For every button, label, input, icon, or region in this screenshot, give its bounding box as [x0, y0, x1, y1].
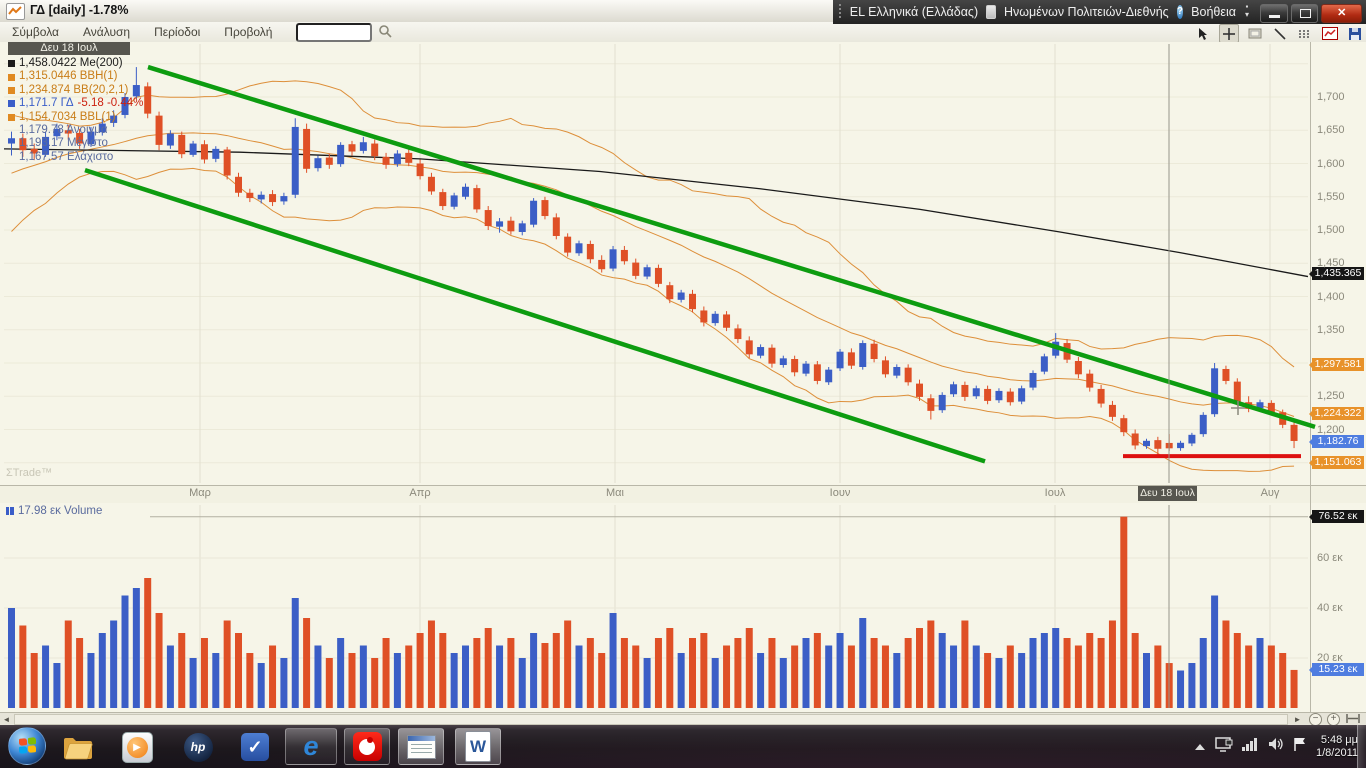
internet-explorer-icon: e: [303, 733, 318, 760]
taskbar-media-player[interactable]: ▶: [117, 730, 157, 764]
start-button[interactable]: [8, 727, 46, 765]
chart-scrollbar[interactable]: ◄ ► − +: [0, 712, 1366, 726]
legend-high: 1,193.17 Μέγιστο: [19, 137, 108, 150]
bb-swatch: [8, 87, 15, 94]
show-hidden-icons[interactable]: [1194, 738, 1206, 756]
month-label: Ιουλ: [1045, 487, 1066, 499]
taskbar-internet-explorer[interactable]: e: [285, 728, 337, 765]
price-tick: 1,650: [1317, 124, 1345, 136]
taskbar-word[interactable]: W: [455, 728, 501, 765]
legend-ma200: 1,458.0422 Me(200): [19, 57, 123, 70]
legend-symbol-price: 1,171.7 ΓΔ: [19, 97, 74, 110]
notes-window-icon: [407, 735, 436, 759]
price-tick: 1,700: [1317, 91, 1345, 103]
volume-tick: 20 εκ: [1317, 652, 1343, 664]
bbh-swatch: [8, 74, 15, 81]
bb-lower-price-badge: 1,151.063: [1312, 456, 1364, 469]
last-volume-badge: 15.23 εκ: [1312, 663, 1364, 676]
price-tick: 1,600: [1317, 158, 1345, 170]
selected-date-badge: Δευ 18 Ιουλ: [1138, 486, 1197, 501]
volume-tick: 60 εκ: [1317, 552, 1343, 564]
legend-bb-mid: 1,234.874 BB(20,2,1): [19, 84, 128, 97]
display-tray-icon[interactable]: [1215, 737, 1233, 757]
price-tick: 1,350: [1317, 324, 1345, 336]
taskbar: ▶ hp ✓ e W 5:48 μμ 1/8/2011: [0, 725, 1366, 768]
clock-time: 5:48 μμ: [1321, 734, 1358, 746]
ma-swatch: [8, 60, 15, 67]
watermark: ΣTrade™: [6, 467, 52, 479]
volume-indicator-label: 17.98 εκ Volume: [6, 505, 102, 517]
legend-date-badge: Δευ 18 Ιουλ: [8, 42, 130, 55]
price-tick: 1,250: [1317, 390, 1345, 402]
month-label: Ιουν: [830, 487, 851, 499]
volume-tray-icon[interactable]: [1268, 737, 1284, 756]
legend-open: 1,179.78 Άνοιγμα: [19, 124, 108, 137]
action-center-flag-icon[interactable]: [1293, 737, 1307, 757]
clock-date: 1/8/2011: [1316, 747, 1358, 759]
taskbar-notes-app[interactable]: [398, 728, 444, 765]
chart-legend: 1,458.0422 Me(200) 1,315.0446 BBH(1) 1,2…: [8, 57, 143, 164]
media-player-icon: ▶: [122, 732, 153, 763]
legend-bb-lower: 1,154.7034 BBL(1): [19, 111, 116, 124]
checkmark-icon: ✓: [241, 733, 269, 761]
taskbar-clock[interactable]: 5:48 μμ 1/8/2011: [1316, 734, 1358, 760]
price-tick: 1,200: [1317, 424, 1345, 436]
bbl-swatch: [8, 114, 15, 121]
word-icon: W: [465, 731, 491, 762]
chart-canvas[interactable]: [0, 0, 1366, 725]
windows-flag-icon: [19, 737, 36, 755]
folder-icon: [62, 734, 94, 760]
volume-tick: 40 εκ: [1317, 602, 1343, 614]
system-tray: 5:48 μμ 1/8/2011: [1194, 725, 1358, 768]
taskbar-vodafone[interactable]: [344, 728, 390, 765]
bb-mid-price-badge: 1,224.322: [1312, 407, 1364, 420]
month-label: Μαι: [606, 487, 624, 499]
legend-symbol-change: -5.18 -0.44%: [78, 97, 144, 110]
price-tick: 1,450: [1317, 257, 1345, 269]
month-label: Μαρ: [189, 487, 211, 499]
vodafone-icon: [353, 732, 382, 761]
taskbar-hp[interactable]: hp: [178, 730, 218, 764]
month-label: Απρ: [409, 487, 430, 499]
price-tick: 1,550: [1317, 191, 1345, 203]
bb-upper-price-badge: 1,297.581: [1312, 358, 1364, 371]
network-signal-icon[interactable]: [1242, 738, 1259, 756]
volume-bars-icon: [6, 507, 14, 515]
price-tick: 1,400: [1317, 291, 1345, 303]
max-volume-badge: 76.52 εκ: [1312, 510, 1364, 523]
symbol-swatch: [8, 100, 15, 107]
month-label: Αυγ: [1261, 487, 1280, 499]
taskbar-sync-app[interactable]: ✓: [235, 730, 275, 764]
price-tick: 1,500: [1317, 224, 1345, 236]
scrollbar-thumb[interactable]: [14, 714, 1288, 725]
hp-icon: hp: [184, 733, 213, 762]
taskbar-explorer[interactable]: [58, 730, 98, 764]
last-price-badge: 1,182.76: [1312, 435, 1364, 448]
show-desktop-button[interactable]: [1357, 725, 1366, 768]
legend-low: 1,167.57 Ελάχιστο: [19, 151, 113, 164]
legend-bb-upper: 1,315.0446 BBH(1): [19, 70, 117, 83]
